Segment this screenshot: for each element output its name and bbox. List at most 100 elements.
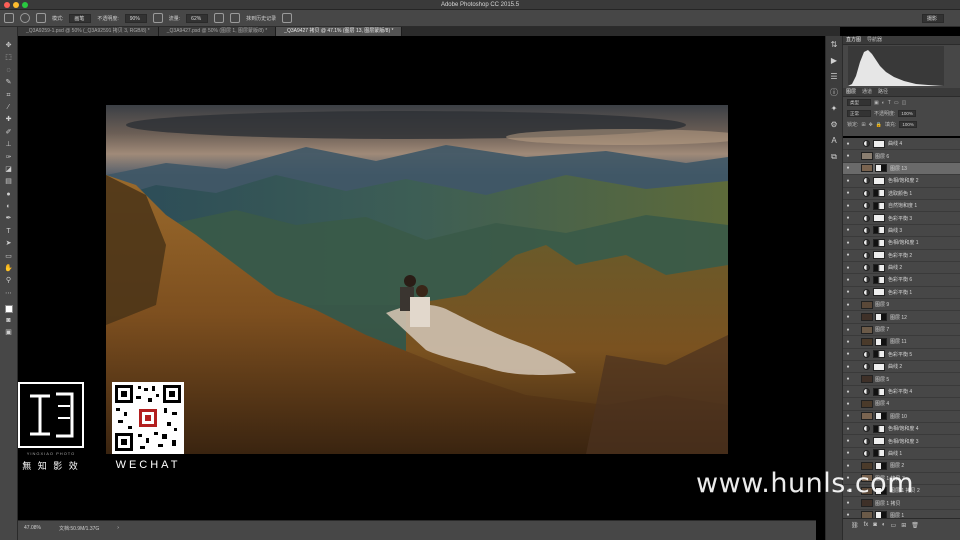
lasso-tool-icon[interactable]: ◌: [4, 66, 14, 76]
path-select-tool-icon[interactable]: ➤: [4, 239, 14, 249]
layer-row[interactable]: ● 色彩平衡 2: [843, 250, 960, 262]
close-window-button[interactable]: [4, 2, 10, 8]
layer-mask-thumbnail[interactable]: [873, 238, 885, 247]
layer-row[interactable]: ● 图层 5: [843, 373, 960, 386]
zoom-tool-icon[interactable]: ⚲: [4, 276, 14, 286]
layer-thumbnail[interactable]: [861, 325, 873, 334]
add-mask-icon[interactable]: ◙: [873, 522, 877, 537]
visibility-eye-icon[interactable]: ●: [843, 240, 853, 246]
filter-type-icon[interactable]: T: [888, 100, 891, 106]
visibility-eye-icon[interactable]: ●: [843, 314, 853, 320]
visibility-eye-icon[interactable]: ●: [843, 376, 853, 382]
minimize-window-button[interactable]: [13, 2, 19, 8]
visibility-eye-icon[interactable]: ●: [843, 302, 853, 308]
layer-mask-thumbnail[interactable]: [875, 412, 887, 421]
visibility-eye-icon[interactable]: ●: [843, 227, 853, 233]
tab-navigator[interactable]: 导航器: [867, 36, 882, 44]
pressure-size-icon[interactable]: [282, 13, 293, 23]
layer-row[interactable]: ● 图层 13: [843, 162, 960, 176]
layer-row[interactable]: ● 图层 6: [843, 150, 960, 163]
doc-tab-1[interactable]: _Q3A9259-1.psd @ 50% (_Q3A92591 拷贝 3, RG…: [18, 27, 159, 36]
airbrush-icon[interactable]: [214, 13, 225, 23]
layer-row[interactable]: ● 自然饱和度 1: [843, 200, 960, 213]
eraser-tool-icon[interactable]: ◪: [4, 165, 14, 175]
tab-paths[interactable]: 路径: [878, 88, 888, 96]
hand-tool-icon[interactable]: ✋: [4, 264, 14, 274]
visibility-eye-icon[interactable]: ●: [843, 190, 853, 196]
info-panel-icon[interactable]: ⓘ: [829, 88, 839, 98]
visibility-eye-icon[interactable]: ●: [843, 252, 853, 258]
visibility-eye-icon[interactable]: ●: [843, 364, 853, 370]
properties-panel-icon[interactable]: ⚙: [829, 120, 839, 130]
visibility-eye-icon[interactable]: ●: [843, 203, 853, 209]
clone-source-icon[interactable]: ⧉: [829, 152, 839, 162]
history-panel-icon[interactable]: ⇅: [829, 40, 839, 50]
visibility-eye-icon[interactable]: ●: [843, 500, 853, 506]
doc-tab-2[interactable]: _Q3A9427.psd @ 50% (图层 1, 图层蒙版/8) *: [158, 27, 277, 36]
history-brush-tool-icon[interactable]: [4, 13, 14, 23]
layer-row[interactable]: ● 色彩平衡 4: [843, 386, 960, 399]
visibility-eye-icon[interactable]: ●: [843, 438, 853, 444]
visibility-eye-icon[interactable]: ●: [843, 277, 853, 283]
doc-tab-3[interactable]: _Q3A9427 拷贝 @ 47.1% (图层 13, 图层蒙版/8) *: [276, 27, 403, 36]
layer-row[interactable]: ● 图层 7: [843, 324, 960, 337]
new-adjustment-icon[interactable]: ◐: [882, 522, 886, 537]
layer-mask-thumbnail[interactable]: [873, 226, 885, 235]
lock-all-icon[interactable]: 🔒: [876, 122, 882, 128]
layer-mask-thumbnail[interactable]: [873, 424, 885, 433]
layer-row[interactable]: ● 色相/饱和度 1: [843, 237, 960, 250]
visibility-eye-icon[interactable]: ●: [843, 141, 853, 147]
layer-row[interactable]: ● 图层 1 拷贝: [843, 497, 960, 510]
marquee-tool-icon[interactable]: ⬚: [4, 53, 14, 63]
layer-thumbnail[interactable]: [861, 164, 873, 173]
layer-row[interactable]: ● 曲线 3: [843, 225, 960, 238]
layer-mask-thumbnail[interactable]: [873, 251, 885, 260]
layer-mask-thumbnail[interactable]: [873, 387, 885, 396]
filter-adjust-icon[interactable]: ◐: [882, 100, 885, 106]
layer-mask-thumbnail[interactable]: [873, 350, 885, 359]
visibility-eye-icon[interactable]: ●: [843, 339, 853, 345]
layer-mask-thumbnail[interactable]: [873, 139, 885, 148]
filter-shape-icon[interactable]: ▭: [894, 100, 899, 106]
gradient-tool-icon[interactable]: ▤: [4, 177, 14, 187]
layer-thumbnail[interactable]: [861, 337, 873, 346]
flow-field[interactable]: 62%: [186, 13, 209, 23]
layer-mask-thumbnail[interactable]: [875, 337, 887, 346]
character-panel-icon[interactable]: A: [829, 136, 839, 146]
visibility-eye-icon[interactable]: ●: [843, 401, 853, 407]
layer-thumbnail[interactable]: [861, 313, 873, 322]
tab-histogram[interactable]: 直方图: [846, 36, 861, 44]
layer-mask-thumbnail[interactable]: [873, 275, 885, 284]
brush-preset-icon[interactable]: [20, 13, 30, 23]
brush-presets-icon[interactable]: ✦: [829, 104, 839, 114]
history-brush-tool-icon[interactable]: ✑: [4, 153, 14, 163]
crop-tool-icon[interactable]: ⌗: [4, 91, 14, 101]
layer-style-icon[interactable]: fx: [864, 522, 869, 537]
visibility-eye-icon[interactable]: ●: [843, 413, 853, 419]
foreground-color-swatch[interactable]: [4, 305, 13, 314]
tab-channels[interactable]: 通道: [862, 88, 872, 96]
visibility-eye-icon[interactable]: ●: [843, 165, 853, 171]
fill-field[interactable]: 100%: [899, 121, 917, 128]
layer-mask-thumbnail[interactable]: [873, 176, 885, 185]
layer-row[interactable]: ● 图层 12: [843, 311, 960, 324]
layer-row[interactable]: ● 色彩平衡 1: [843, 287, 960, 300]
layer-mask-thumbnail[interactable]: [873, 449, 885, 458]
layer-row[interactable]: ● 图层 10: [843, 411, 960, 423]
actions-play-icon[interactable]: ▶: [829, 56, 839, 66]
quick-select-tool-icon[interactable]: ✎: [4, 78, 14, 88]
visibility-eye-icon[interactable]: ●: [843, 215, 853, 221]
visibility-eye-icon[interactable]: ●: [843, 289, 853, 295]
visibility-eye-icon[interactable]: ●: [843, 426, 853, 432]
layer-row[interactable]: ● 图层 4: [843, 398, 960, 411]
layer-mask-thumbnail[interactable]: [873, 362, 885, 371]
filter-pixel-icon[interactable]: ▣: [874, 100, 879, 106]
layer-mask-thumbnail[interactable]: [875, 511, 887, 518]
layer-mask-thumbnail[interactable]: [875, 313, 887, 322]
lock-pixels-icon[interactable]: ⊞: [861, 122, 865, 128]
layer-mask-thumbnail[interactable]: [873, 201, 885, 210]
maximize-window-button[interactable]: [22, 2, 28, 8]
eyedropper-tool-icon[interactable]: ⁄: [4, 103, 14, 113]
layer-row[interactable]: ● 图层 9: [843, 299, 960, 312]
layer-row[interactable]: ● 曲线 2: [843, 361, 960, 374]
